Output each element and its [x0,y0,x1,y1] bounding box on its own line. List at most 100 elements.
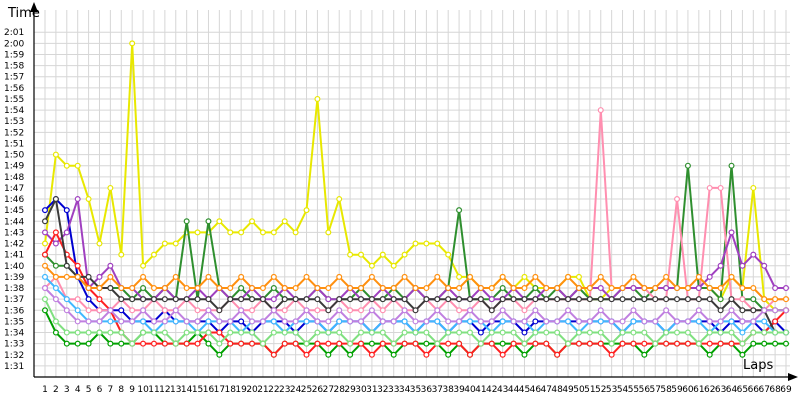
data-point [390,318,397,325]
data-point [358,318,365,325]
data-point [575,285,582,292]
x-tick-label: 67 [758,385,769,395]
data-point [586,285,593,292]
y-tick-label: 1:59 [4,50,24,60]
data-point [575,296,582,303]
y-tick-label: 2:00 [4,39,24,49]
data-point [314,296,321,303]
x-tick-label: 25 [301,385,312,395]
data-point [41,273,48,280]
data-point [379,340,386,347]
data-point [194,307,201,314]
data-point [41,229,48,236]
data-point [641,318,648,325]
data-point [52,196,59,203]
data-point [150,296,157,303]
data-point [270,229,277,236]
data-point [674,296,681,303]
data-point [107,273,114,280]
data-point [238,296,245,303]
data-point [358,251,365,258]
data-point [630,273,637,280]
data-point [336,329,343,336]
data-point [336,340,343,347]
data-point [336,307,343,314]
data-point [761,262,768,269]
data-point [717,296,724,303]
data-point [695,285,702,292]
data-point [270,351,277,358]
x-tick-label: 33 [388,385,399,395]
data-point [96,240,103,247]
data-point [140,262,147,269]
data-point [477,296,484,303]
y-tick-label: 1:35 [4,317,24,327]
data-point [129,318,136,325]
data-point [336,296,343,303]
axes: Time Laps [7,2,798,381]
data-point [674,285,681,292]
data-point [85,285,92,292]
data-point [314,318,321,325]
data-point [161,240,168,247]
x-axis-title: Laps [743,358,773,373]
data-point [554,318,561,325]
data-point [750,251,757,258]
data-point [85,196,92,203]
data-point [575,273,582,280]
data-point [74,296,81,303]
data-point [96,285,103,292]
data-point [608,318,615,325]
data-point [259,318,266,325]
data-point [543,329,550,336]
data-point [325,318,332,325]
data-point [608,285,615,292]
x-tick-label: 11 [148,385,159,395]
data-point [368,351,375,358]
x-tick-label: 62 [704,385,715,395]
data-point [52,285,59,292]
data-point [728,329,735,336]
data-point [521,273,528,280]
data-point [347,340,354,347]
x-tick-label: 1 [42,385,48,395]
data-point [532,307,539,314]
data-point [521,351,528,358]
data-point [717,340,724,347]
data-point [129,307,136,314]
data-point [456,329,463,336]
data-point [74,340,81,347]
data-point [292,329,299,336]
data-point [499,340,506,347]
x-tick-label: 22 [268,385,279,395]
data-point [227,285,234,292]
data-point [85,318,92,325]
x-tick-label: 12 [159,385,170,395]
data-point [423,240,430,247]
data-point [466,273,473,280]
data-point [325,285,332,292]
data-point [107,307,114,314]
data-point [630,307,637,314]
y-tick-label: 1:48 [4,173,24,183]
data-point [74,196,81,203]
data-point [129,340,136,347]
data-point [619,285,626,292]
data-point [466,318,473,325]
x-tick-labels: 1 2 3 4 5 6 7 8 9 10 11 12 13 14 15 16 17 18 19 20 21 22 23 24 2… [42,385,792,395]
data-point [434,240,441,247]
data-point [161,307,168,314]
y-tick-label: 1:32 [4,351,24,361]
data-point [303,351,310,358]
data-point [750,318,757,325]
data-point [161,329,168,336]
x-tick-label: 32 [377,385,388,395]
data-point [238,285,245,292]
data-point [663,307,670,314]
data-point [739,296,746,303]
data-point [684,162,691,169]
data-point [390,351,397,358]
data-point [477,340,484,347]
data-point [586,329,593,336]
data-point [216,218,223,225]
